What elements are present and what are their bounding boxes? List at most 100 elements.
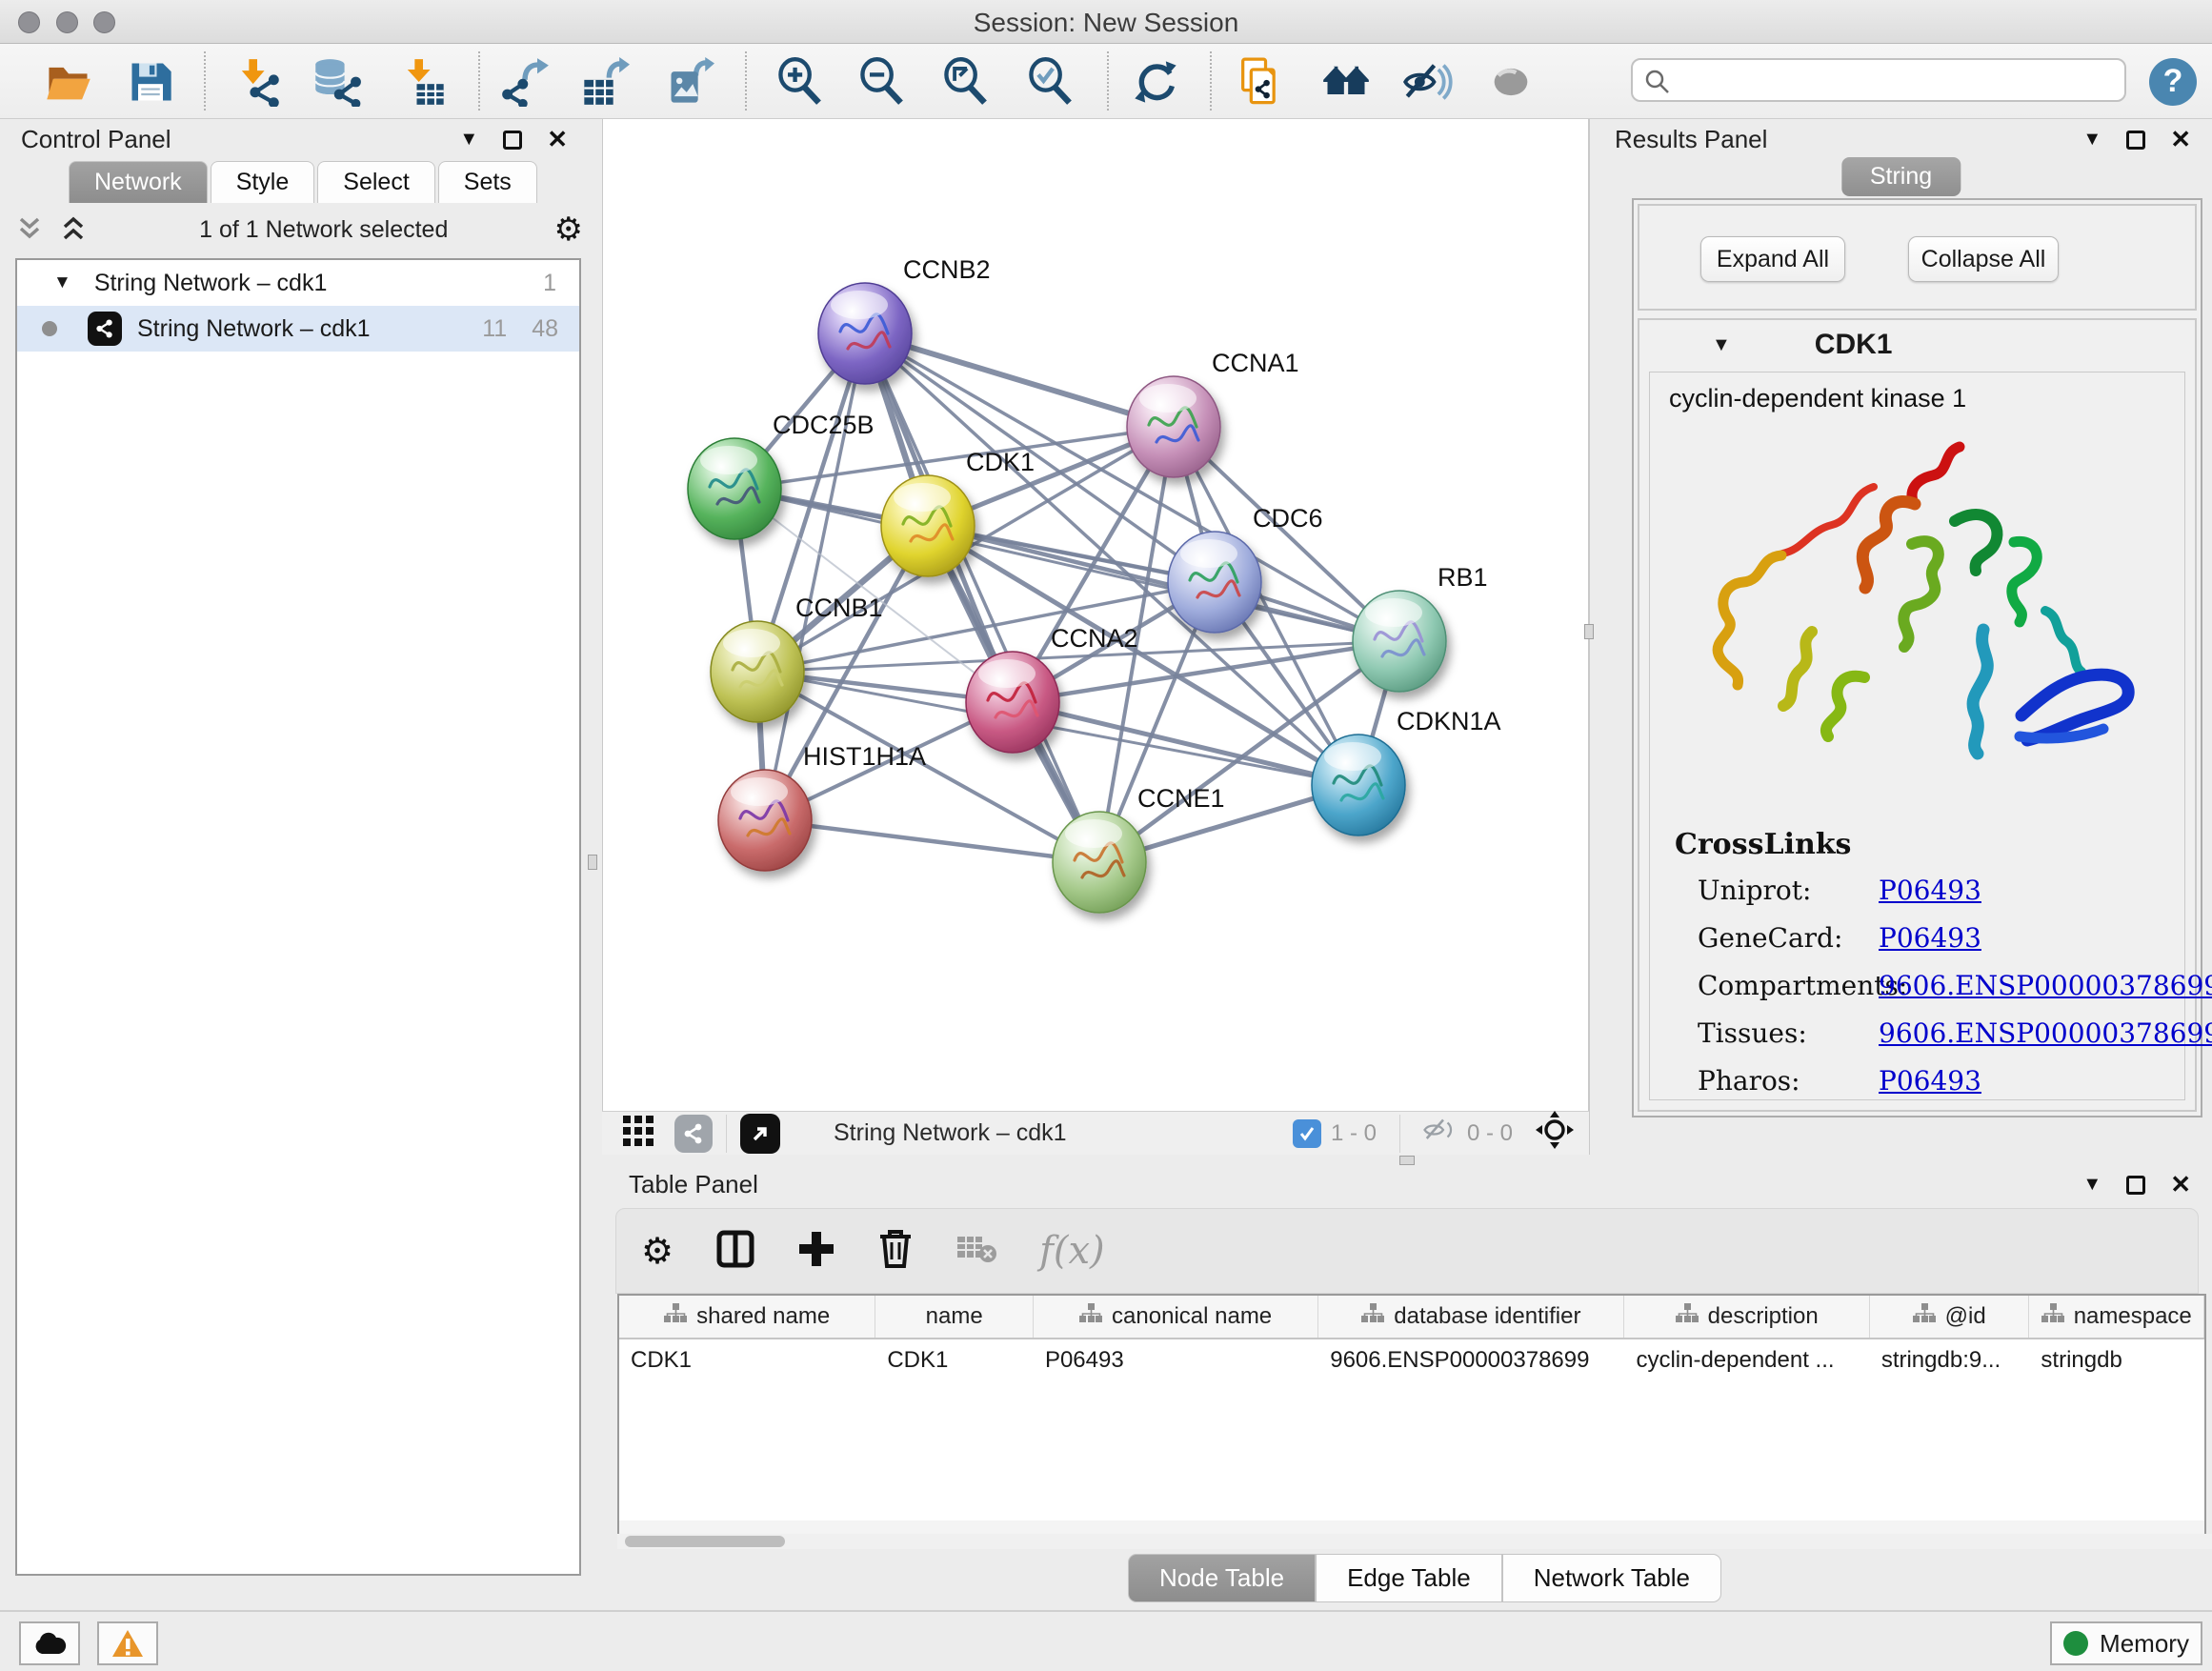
tab-style[interactable]: Style: [211, 161, 315, 203]
right-splitter-handle[interactable]: [1584, 624, 1594, 639]
network-row[interactable]: String Network – cdk1 11 48: [17, 306, 579, 352]
edge-CCNE1-CCNB2[interactable]: [865, 333, 1099, 862]
memory-button[interactable]: Memory: [2050, 1621, 2202, 1665]
table-horizontal-scrollbar[interactable]: [617, 1534, 2212, 1549]
collapse-all-button[interactable]: Collapse All: [1908, 236, 2059, 282]
export-image-icon[interactable]: [665, 57, 714, 107]
control-panel-float-icon[interactable]: [503, 131, 522, 150]
results-panel-float-icon[interactable]: [2126, 131, 2145, 150]
homes-icon[interactable]: [1321, 57, 1371, 107]
tab-node-table[interactable]: Node Table: [1128, 1554, 1316, 1602]
node-CDK1[interactable]: CDK1: [881, 448, 1035, 576]
column-header-description[interactable]: description: [1624, 1296, 1869, 1338]
tab-network[interactable]: Network: [69, 161, 208, 203]
string-badge-icon[interactable]: [674, 1115, 713, 1153]
refresh-icon[interactable]: [1131, 57, 1180, 107]
column-header--id[interactable]: @id: [1870, 1296, 2030, 1338]
table-cell[interactable]: CDK1: [619, 1339, 875, 1383]
save-session-icon[interactable]: [126, 57, 175, 107]
table-cell[interactable]: cyclin-dependent ...: [1624, 1339, 1869, 1383]
node-CDC25B[interactable]: CDC25B: [688, 411, 875, 539]
column-header-canonical-name[interactable]: canonical name: [1034, 1296, 1318, 1338]
table-cell[interactable]: P06493: [1034, 1339, 1318, 1383]
show-columns-icon[interactable]: [715, 1229, 755, 1274]
zoom-out-icon[interactable]: [857, 57, 907, 107]
results-panel-close-icon[interactable]: ✕: [2170, 125, 2191, 154]
network-canvas[interactable]: CCNB2CCNA1CDC25BCDK1CDC6RB1CCNB1CCNA2CDK…: [602, 119, 1589, 1111]
zoom-in-icon[interactable]: [775, 57, 825, 107]
crosslink-link[interactable]: 9606.ENSP00000378699: [1879, 970, 2212, 1001]
node-HIST1H1A[interactable]: HIST1H1A: [718, 742, 926, 871]
column-header-database-identifier[interactable]: database identifier: [1318, 1296, 1624, 1338]
tab-sets[interactable]: Sets: [438, 161, 537, 203]
table-cell[interactable]: stringdb:9...: [1870, 1339, 2030, 1383]
control-panel-menu-icon[interactable]: ▼: [459, 129, 478, 151]
table-cell[interactable]: CDK1: [875, 1339, 1034, 1383]
results-panel-menu-icon[interactable]: ▼: [2082, 129, 2101, 151]
hidden-eye-slash-icon[interactable]: [1423, 1116, 1458, 1151]
warning-button[interactable]: [97, 1621, 158, 1665]
birdseye-grid-icon[interactable]: [621, 1112, 657, 1155]
copy-network-icon[interactable]: [1235, 57, 1284, 107]
left-splitter-handle[interactable]: [588, 855, 597, 870]
tab-network-table[interactable]: Network Table: [1502, 1554, 1721, 1602]
column-header-namespace[interactable]: namespace: [2029, 1296, 2204, 1338]
edge-CCNB2-CCNA1[interactable]: [865, 333, 1174, 427]
edge-CDC6-CDC25B[interactable]: [734, 489, 1215, 582]
collapse-all-icon[interactable]: [17, 215, 50, 244]
open-session-icon[interactable]: [44, 57, 93, 107]
table-cell[interactable]: stringdb: [2029, 1339, 2204, 1383]
import-table-file-icon[interactable]: [398, 57, 448, 107]
table-cell[interactable]: 9606.ENSP00000378699: [1318, 1339, 1624, 1383]
crosslink-link[interactable]: 9606.ENSP00000378699: [1879, 1017, 2212, 1049]
delete-table-icon[interactable]: [955, 1233, 997, 1270]
node-RB1[interactable]: RB1: [1353, 563, 1488, 692]
selected-checkbox-icon[interactable]: [1293, 1119, 1321, 1148]
edge-CCNE1-HIST1H1A[interactable]: [765, 820, 1099, 862]
delete-column-icon[interactable]: [877, 1229, 914, 1274]
results-tab-string[interactable]: String: [1841, 157, 1961, 196]
add-column-icon[interactable]: [797, 1230, 835, 1273]
crosslink-link[interactable]: P06493: [1879, 1065, 1981, 1097]
export-table-icon[interactable]: [580, 57, 630, 107]
column-header-name[interactable]: name: [875, 1296, 1034, 1338]
export-network-icon[interactable]: [500, 57, 550, 107]
import-network-database-icon[interactable]: [312, 57, 362, 107]
scrollbar-thumb[interactable]: [625, 1536, 785, 1547]
node-CCNE1[interactable]: CCNE1: [1053, 784, 1225, 913]
search-input[interactable]: [1631, 58, 2126, 102]
table-row[interactable]: CDK1CDK1P064939606.ENSP00000378699cyclin…: [619, 1339, 2204, 1383]
crosslink-link[interactable]: P06493: [1879, 922, 1981, 954]
node-CDC6[interactable]: CDC6: [1168, 504, 1323, 633]
function-builder-icon[interactable]: f(x): [1039, 1229, 1105, 1273]
tab-select[interactable]: Select: [317, 161, 434, 203]
zoom-selected-icon[interactable]: [1026, 57, 1076, 107]
zoom-fit-icon[interactable]: [941, 57, 991, 107]
node-CDKN1A[interactable]: CDKN1A: [1312, 707, 1501, 836]
open-in-window-icon[interactable]: [740, 1114, 780, 1154]
network-options-gear-icon[interactable]: ⚙: [554, 211, 583, 249]
help-button[interactable]: ?: [2149, 58, 2197, 106]
crosslink-link[interactable]: P06493: [1879, 875, 1981, 906]
horizontal-splitter-handle[interactable]: [1399, 1156, 1415, 1165]
table-panel-close-icon[interactable]: ✕: [2170, 1170, 2191, 1199]
protein-structure-image: [1669, 430, 2164, 811]
gene-section-collapse-icon[interactable]: ▼: [1712, 334, 1731, 356]
collection-expand-icon[interactable]: ▼: [53, 272, 71, 293]
table-options-gear-icon[interactable]: ⚙: [641, 1230, 674, 1273]
hide-unhide-icon[interactable]: [1403, 57, 1453, 107]
string-network-graph[interactable]: CCNB2CCNA1CDC25BCDK1CDC6RB1CCNB1CCNA2CDK…: [603, 119, 1588, 1110]
column-header-shared-name[interactable]: shared name: [619, 1296, 875, 1338]
cloud-button[interactable]: [19, 1621, 80, 1665]
network-collection-row[interactable]: ▼ String Network – cdk1 1: [17, 260, 579, 306]
tab-edge-table[interactable]: Edge Table: [1316, 1554, 1502, 1602]
expand-all-icon[interactable]: [61, 215, 93, 244]
eye-icon[interactable]: [1486, 57, 1536, 107]
fit-crosshair-icon[interactable]: [1536, 1111, 1574, 1156]
node-CCNA1[interactable]: CCNA1: [1127, 349, 1299, 477]
import-network-file-icon[interactable]: [232, 57, 282, 107]
table-panel-float-icon[interactable]: [2126, 1176, 2145, 1195]
control-panel-close-icon[interactable]: ✕: [547, 125, 568, 154]
table-panel-menu-icon[interactable]: ▼: [2082, 1174, 2101, 1196]
expand-all-button[interactable]: Expand All: [1700, 236, 1845, 282]
